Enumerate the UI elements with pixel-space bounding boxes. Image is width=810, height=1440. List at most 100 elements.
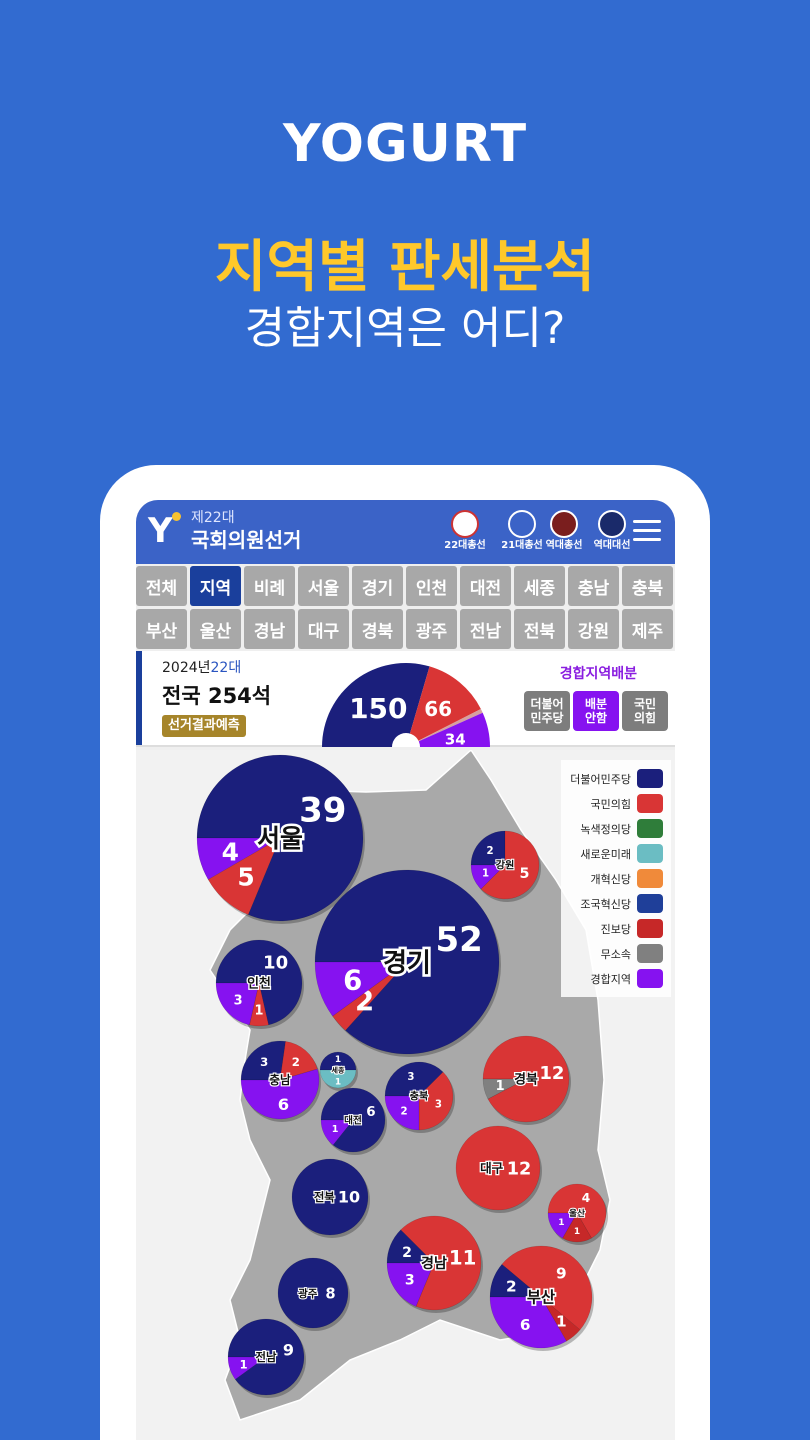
menu-icon[interactable] bbox=[633, 520, 661, 547]
app-screen: Y 제22대 국회의원선거 22대총선 21대총선 역대총선 역대대선 전체 지역 비례 서… bbox=[136, 500, 675, 1440]
tab-경남[interactable]: 경남 bbox=[244, 609, 295, 649]
legend: 더불어민주당 국민의힘 녹색정의당 새로운미래 개혁신당 조국혁신당 진보당 무소속 경합지역 bbox=[561, 760, 671, 997]
slice-value: 8 bbox=[325, 1285, 335, 1302]
legend-swatch bbox=[637, 794, 663, 813]
region-name: 광주 bbox=[298, 1288, 318, 1300]
tab-지역[interactable]: 지역 bbox=[190, 566, 241, 606]
slice-value: 1 bbox=[574, 1227, 580, 1237]
slice-value: 10 bbox=[263, 953, 288, 974]
assign-ppp-button[interactable]: 국민 의힘 bbox=[622, 691, 668, 731]
legend-swatch bbox=[637, 969, 663, 988]
region-name: 부산 bbox=[527, 1289, 555, 1307]
slice-value: 5 bbox=[520, 866, 530, 882]
slice-value: 10 bbox=[338, 1188, 360, 1207]
slice-value: 9 bbox=[283, 1340, 294, 1359]
slice-value: 1 bbox=[496, 1079, 505, 1094]
legend-swatch bbox=[637, 819, 663, 838]
app-header: Y 제22대 국회의원선거 22대총선 21대총선 역대총선 역대대선 bbox=[136, 500, 675, 564]
slice-value: 6 bbox=[278, 1095, 289, 1114]
slice-value: 6 bbox=[366, 1105, 375, 1120]
tab-비례[interactable]: 비례 bbox=[244, 566, 295, 606]
icon-label: 역대대선 bbox=[593, 540, 631, 551]
tab-경기[interactable]: 경기 bbox=[352, 566, 403, 606]
slice-value: 3 bbox=[435, 1100, 442, 1111]
election-term: 제22대 bbox=[191, 510, 235, 526]
tab-울산[interactable]: 울산 bbox=[190, 609, 241, 649]
app-logo[interactable]: Y bbox=[148, 512, 181, 548]
slice-value: 3 bbox=[234, 993, 243, 1008]
tab-경북[interactable]: 경북 bbox=[352, 609, 403, 649]
region-name: 인천 bbox=[247, 976, 271, 992]
predict-button[interactable]: 선거결과예측 bbox=[162, 715, 246, 737]
tab-인천[interactable]: 인천 bbox=[406, 566, 457, 606]
slice-value: 9 bbox=[556, 1264, 567, 1282]
tab-강원[interactable]: 강원 bbox=[568, 609, 619, 649]
year-label: 2024년22대 bbox=[162, 660, 242, 676]
ballot-link[interactable]: 22대총선 bbox=[437, 510, 493, 552]
ballot-icon bbox=[451, 510, 479, 538]
legend-swatch bbox=[637, 869, 663, 888]
seat-label: 150 bbox=[349, 692, 407, 725]
tab-충북[interactable]: 충북 bbox=[622, 566, 673, 606]
slice-value: 6 bbox=[343, 964, 362, 997]
tab-대구[interactable]: 대구 bbox=[298, 609, 349, 649]
tab-세종[interactable]: 세종 bbox=[514, 566, 565, 606]
legend-swatch bbox=[637, 944, 663, 963]
legend-item: 국민의힘 bbox=[569, 791, 663, 816]
yogurt-logo: YOGURT bbox=[282, 114, 528, 174]
assign-democratic-button[interactable]: 더불어 민주당 bbox=[524, 691, 570, 731]
slice-value: 2 bbox=[292, 1055, 300, 1069]
legend-item: 녹색정의당 bbox=[569, 816, 663, 841]
tab-부산[interactable]: 부산 bbox=[136, 609, 187, 649]
region-name: 충남 bbox=[269, 1073, 291, 1087]
tab-전체[interactable]: 전체 bbox=[136, 566, 187, 606]
slice-value: 1 bbox=[335, 1055, 341, 1065]
tab-전남[interactable]: 전남 bbox=[460, 609, 511, 649]
legend-item: 개혁신당 bbox=[569, 866, 663, 891]
region-name: 강원 bbox=[496, 859, 515, 872]
emblem-icon bbox=[598, 510, 626, 538]
slice-value: 6 bbox=[520, 1316, 531, 1334]
region-name: 울산 bbox=[569, 1207, 585, 1219]
legend-swatch bbox=[637, 844, 663, 863]
region-name: 전북 bbox=[314, 1190, 335, 1204]
app-title: 국회의원선거 bbox=[191, 528, 302, 552]
region-pie-경기[interactable]: 5226경기 bbox=[314, 869, 501, 1057]
headline: 지역별 판세분석 bbox=[214, 235, 596, 300]
legend-swatch bbox=[637, 894, 663, 913]
slice-value: 4 bbox=[582, 1191, 590, 1205]
slice-value: 12 bbox=[507, 1159, 532, 1179]
slice-value: 52 bbox=[435, 920, 482, 960]
tab-충남[interactable]: 충남 bbox=[568, 566, 619, 606]
region-name: 대구 bbox=[480, 1161, 504, 1176]
seat-label: 34 bbox=[445, 730, 466, 747]
no-assign-button[interactable]: 배분 안함 bbox=[573, 691, 619, 731]
emblem-link[interactable]: 역대대선 bbox=[584, 510, 640, 552]
legend-item: 더불어민주당 bbox=[569, 766, 663, 791]
total-seats: 전국 254석 bbox=[162, 684, 272, 708]
seat-label: 66 bbox=[424, 697, 452, 721]
legend-item: 조국혁신당 bbox=[569, 891, 663, 916]
seal-icon bbox=[550, 510, 578, 538]
slice-value: 1 bbox=[558, 1218, 564, 1228]
region-name: 경기 bbox=[383, 948, 431, 978]
slice-value: 3 bbox=[405, 1272, 415, 1288]
tab-전북[interactable]: 전북 bbox=[514, 609, 565, 649]
subline: 경합지역은 어디? bbox=[244, 303, 566, 354]
region-name: 서울 bbox=[257, 824, 303, 853]
legend-item: 진보당 bbox=[569, 916, 663, 941]
tab-광주[interactable]: 광주 bbox=[406, 609, 457, 649]
slice-value: 1 bbox=[240, 1357, 248, 1371]
tab-서울[interactable]: 서울 bbox=[298, 566, 349, 606]
tab-제주[interactable]: 제주 bbox=[622, 609, 673, 649]
legend-item: 무소속 bbox=[569, 941, 663, 966]
slice-value: 12 bbox=[539, 1063, 564, 1084]
slice-value: 1 bbox=[332, 1124, 339, 1135]
legend-item: 새로운미래 bbox=[569, 841, 663, 866]
legend-item: 경합지역 bbox=[569, 966, 663, 991]
legend-swatch bbox=[637, 769, 663, 788]
region-name: 세종 bbox=[332, 1066, 345, 1075]
slice-value: 3 bbox=[407, 1072, 414, 1083]
tab-대전[interactable]: 대전 bbox=[460, 566, 511, 606]
region-name: 경북 bbox=[514, 1072, 538, 1088]
